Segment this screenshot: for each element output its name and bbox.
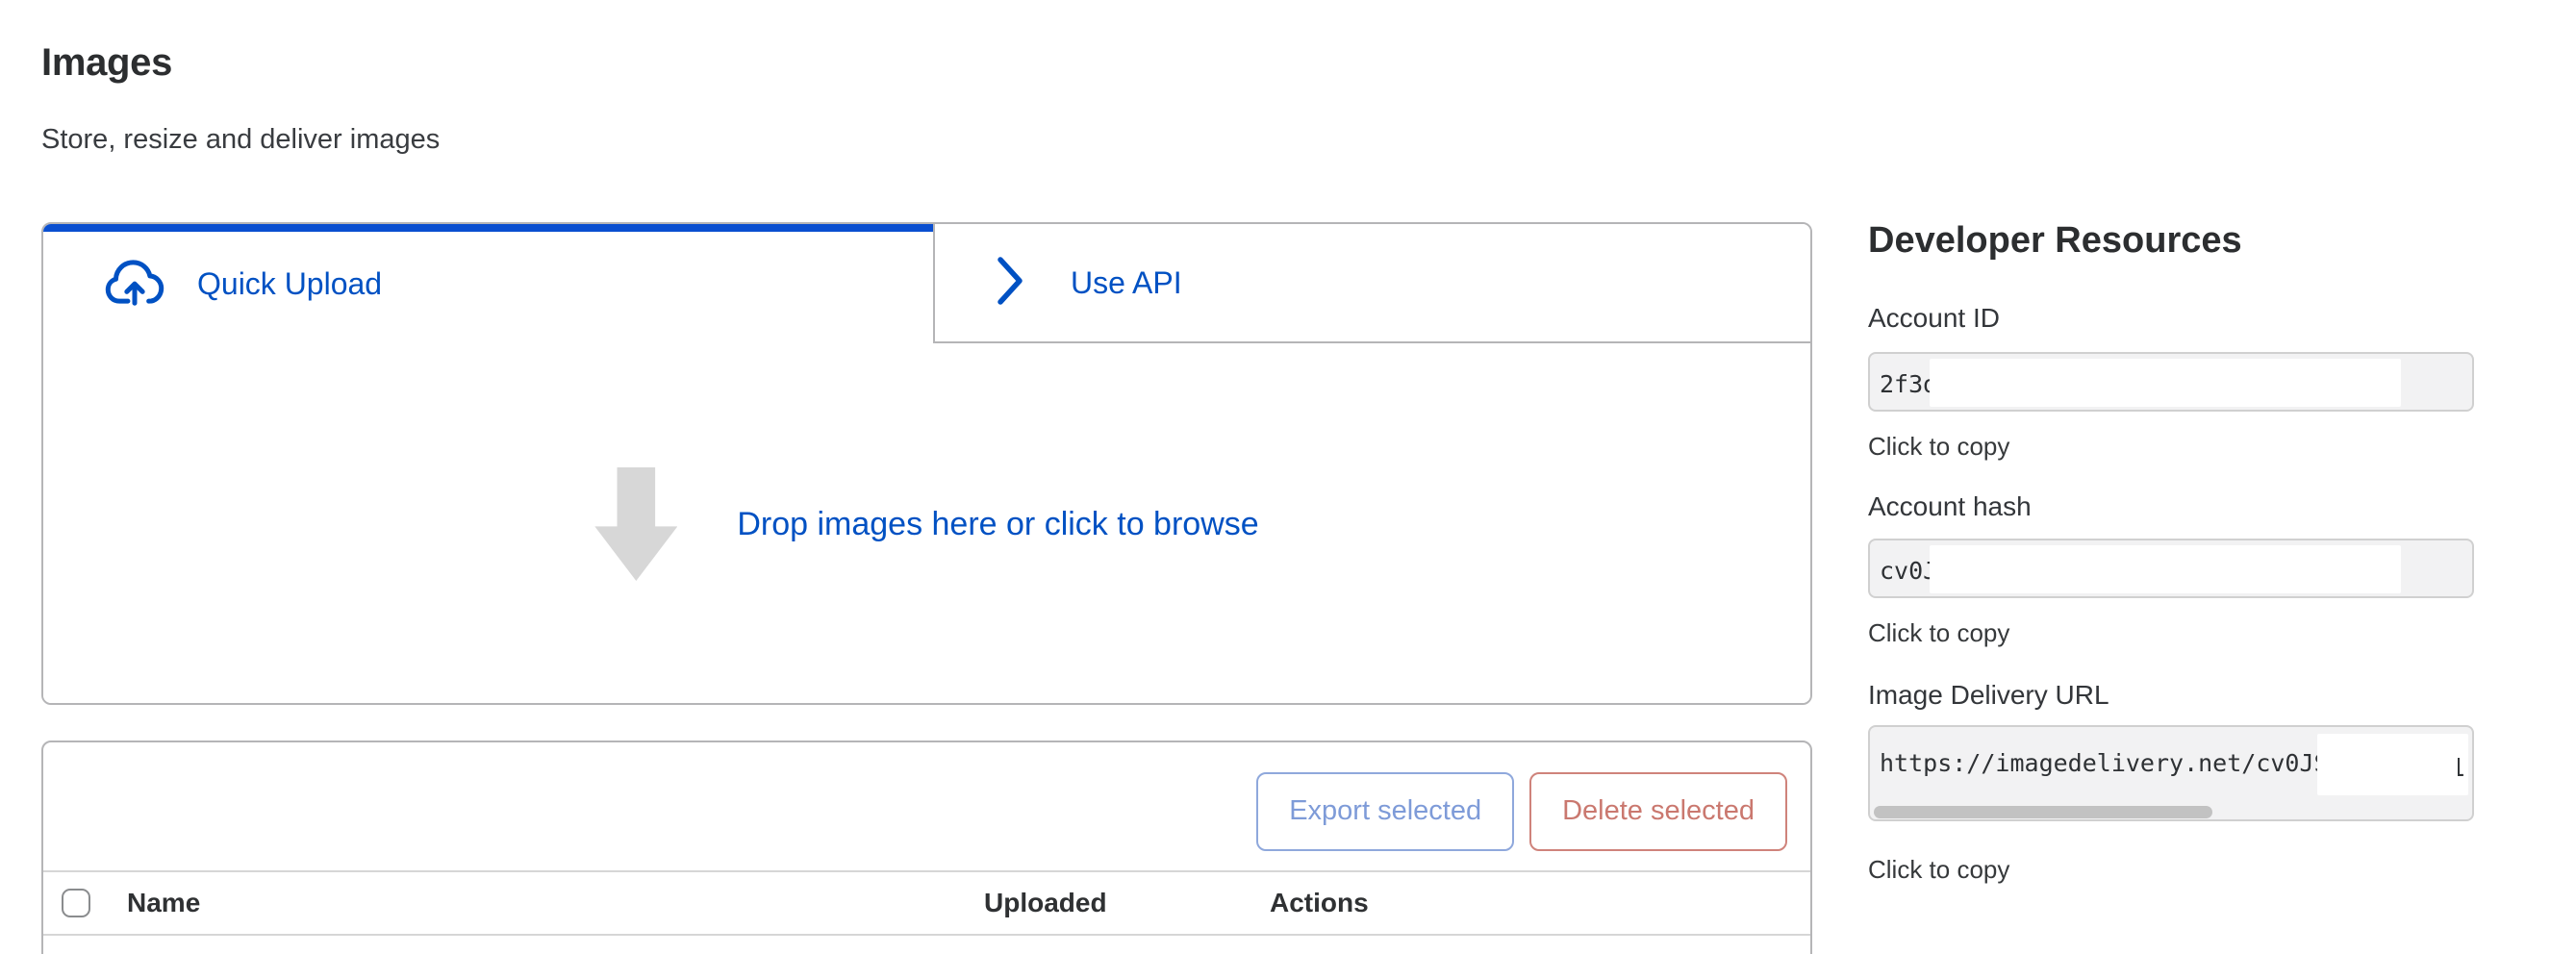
table-toolbar: Export selected Delete selected — [43, 742, 1810, 870]
image-delivery-url-label: Image Delivery URL — [1868, 679, 2109, 712]
redaction-overlay — [1930, 359, 2401, 407]
page-title: Images — [41, 40, 172, 85]
column-header-uploaded: Uploaded — [947, 887, 1233, 919]
account-hash-copy-box[interactable]: cv0J — [1868, 539, 2474, 598]
upload-card: Quick Upload Use API Drop images here or… — [41, 222, 1812, 705]
tab-use-api-label: Use API — [1071, 264, 1182, 301]
account-hash-copy-hint: Click to copy — [1868, 617, 2009, 648]
column-header-name: Name — [90, 887, 947, 919]
dropzone-label[interactable]: Drop images here or click to browse — [737, 505, 1258, 544]
horizontal-scrollbar[interactable] — [1874, 806, 2212, 818]
page-subtitle: Store, resize and deliver images — [41, 123, 440, 157]
developer-resources-title: Developer Resources — [1868, 219, 2242, 264]
tab-strip: Quick Upload Use API — [43, 224, 1810, 343]
image-delivery-url-copy-hint: Click to copy — [1868, 854, 2009, 885]
cloud-upload-icon — [105, 258, 164, 311]
cloudflare-images-page: Images Store, resize and deliver images … — [0, 0, 2576, 954]
images-table-card: Export selected Delete selected Name Upl… — [41, 741, 1812, 954]
image-delivery-url-value: https://imagedelivery.net/cv0JS — [1870, 727, 2329, 798]
down-arrow-icon — [594, 467, 677, 581]
account-id-copy-box[interactable]: 2f3d — [1868, 352, 2474, 412]
tab-quick-upload-label: Quick Upload — [197, 265, 382, 302]
account-id-copy-hint: Click to copy — [1868, 431, 2009, 462]
delete-selected-button[interactable]: Delete selected — [1529, 772, 1787, 851]
image-delivery-url-copy-box[interactable]: https://imagedelivery.net/cv0JS 1 — [1868, 725, 2474, 821]
redaction-overlay — [1930, 545, 2401, 593]
account-hash-value: cv0J — [1870, 540, 1937, 598]
account-id-value: 2f3d — [1870, 354, 1937, 412]
column-header-actions: Actions — [1233, 887, 1810, 919]
table-header-row: Name Uploaded Actions — [43, 870, 1810, 936]
obscured-character-fragment: 1 — [2458, 754, 2468, 783]
tab-use-api[interactable]: Use API — [935, 224, 1810, 343]
select-all-checkbox[interactable] — [62, 889, 90, 917]
chevron-right-icon — [996, 255, 1024, 312]
account-hash-label: Account hash — [1868, 490, 2032, 523]
tab-quick-upload[interactable]: Quick Upload — [43, 224, 935, 343]
export-selected-button[interactable]: Export selected — [1256, 772, 1514, 851]
dropzone[interactable]: Drop images here or click to browse — [43, 343, 1810, 705]
redaction-overlay — [2317, 734, 2468, 795]
account-id-label: Account ID — [1868, 302, 2000, 335]
